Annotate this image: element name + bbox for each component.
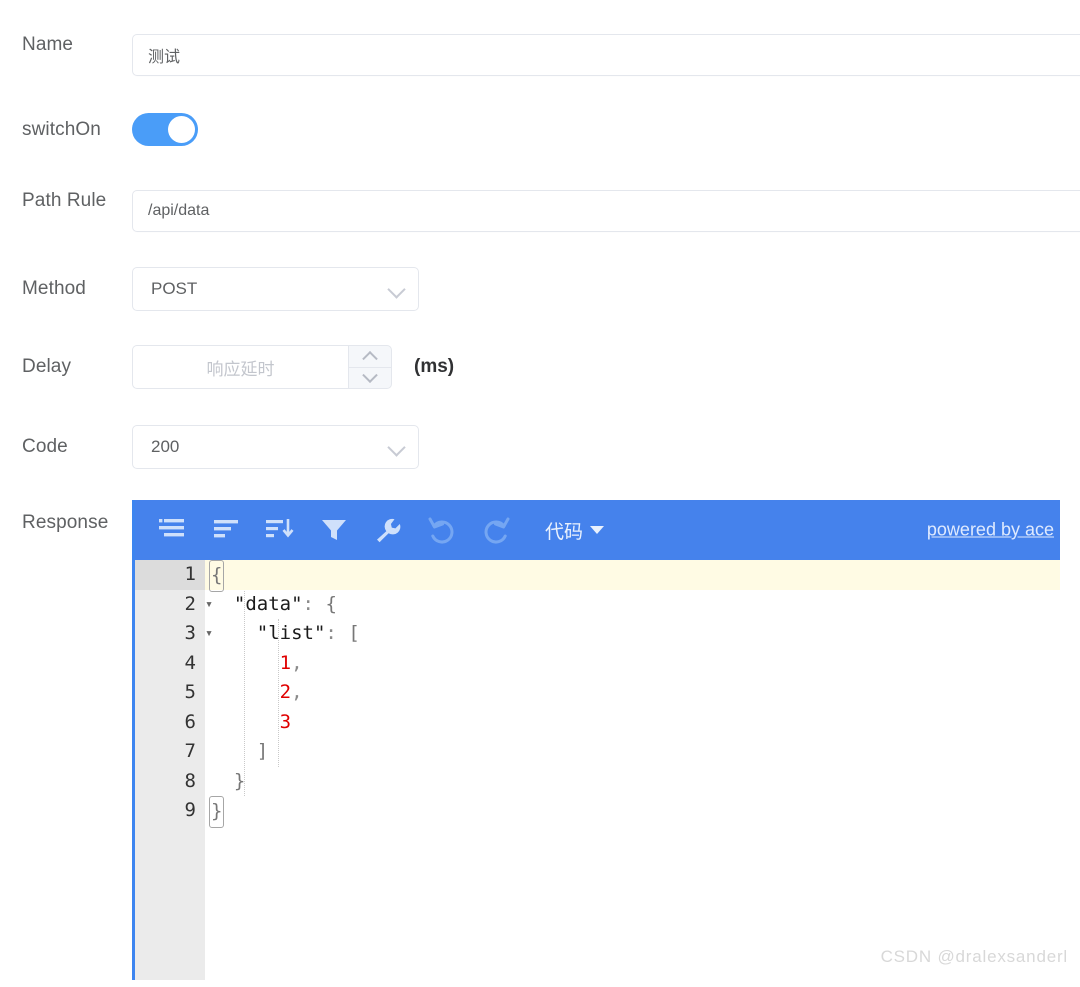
json-code-area[interactable]: 1▾ 2▾ 3▾ 4 5 6 7 8 9 { "data — [135, 560, 1060, 980]
stepper-increment-icon[interactable] — [349, 346, 391, 367]
switchon-field-wrap — [132, 113, 1080, 146]
delay-stepper — [348, 345, 392, 389]
gutter-line[interactable]: 4 — [135, 649, 205, 679]
chevron-down-icon — [590, 526, 605, 534]
response-field-wrap: 代码 powered by ace 1▾ 2▾ 3▾ 4 5 6 7 8 — [132, 500, 1080, 980]
bracket-match: } — [209, 796, 225, 828]
redo-icon[interactable] — [473, 510, 519, 550]
filter-icon[interactable] — [311, 510, 357, 550]
form-row-name: Name 测试 — [0, 34, 1080, 76]
code-line[interactable]: 1, — [205, 649, 1060, 679]
code-field-wrap: 200 — [132, 425, 1080, 469]
method-select[interactable]: POST — [132, 267, 419, 311]
gutter-line[interactable]: 9 — [135, 796, 205, 826]
name-input[interactable]: 测试 — [132, 34, 1080, 76]
sort-icon[interactable] — [257, 510, 303, 550]
editor-mode-label: 代码 — [545, 521, 584, 543]
code-line[interactable]: 2, — [205, 678, 1060, 708]
bracket-match: { — [209, 560, 225, 592]
gutter-line[interactable]: 8 — [135, 767, 205, 797]
editor-mode-dropdown[interactable]: 代码 — [545, 517, 605, 544]
format-json-icon[interactable] — [203, 510, 249, 550]
compact-json-icon[interactable] — [149, 510, 195, 550]
code-select-value: 200 — [151, 437, 180, 456]
path-rule-field-wrap: /api/data — [132, 190, 1080, 232]
delay-unit-suffix: (ms) — [414, 356, 455, 377]
delay-label: Delay — [22, 356, 72, 377]
undo-icon[interactable] — [419, 510, 465, 550]
form-row-response: Response 代码 powered by ace 1 2 ▾ 3 ▾ 4 5… — [0, 500, 1080, 980]
gutter-line[interactable]: 3 ▾ — [135, 619, 213, 649]
code-line[interactable]: } — [205, 767, 1060, 797]
gutter-line[interactable]: 7 — [135, 737, 205, 767]
chevron-down-icon — [388, 438, 406, 456]
gutter-line[interactable]: 6 — [135, 708, 205, 738]
toggle-knob — [168, 116, 195, 143]
switchon-toggle[interactable] — [132, 113, 198, 146]
name-label: Name — [22, 34, 74, 55]
code-select[interactable]: 200 — [132, 425, 419, 469]
code-line[interactable]: } — [205, 796, 1060, 828]
code-label: Code — [22, 436, 68, 457]
path-rule-label: Path Rule — [22, 190, 107, 211]
switchon-label: switchOn — [22, 119, 101, 140]
response-label: Response — [22, 512, 109, 533]
delay-number-input: 响应延时 (ms) — [132, 345, 1080, 389]
powered-by-ace-link[interactable]: powered by ace — [927, 520, 1054, 541]
form-row-method: Method POST — [0, 267, 1080, 311]
line-number-gutter: 1▾ 2▾ 3▾ 4 5 6 7 8 9 — [135, 560, 213, 980]
csdn-watermark: CSDN @dralexsanderl — [880, 947, 1068, 966]
form-row-delay: Delay 响应延时 (ms) — [0, 345, 1080, 389]
delay-field-wrap: 响应延时 (ms) — [132, 345, 1080, 389]
chevron-down-icon — [388, 280, 406, 298]
json-editor-toolbar: 代码 powered by ace — [135, 500, 1060, 560]
gutter-line[interactable]: 1▾ — [135, 560, 213, 590]
stepper-decrement-icon[interactable] — [349, 366, 391, 389]
gutter-line[interactable]: 5 — [135, 678, 205, 708]
code-line[interactable]: "data": { — [205, 590, 1060, 620]
json-editor: 代码 powered by ace 1▾ 2▾ 3▾ 4 5 6 7 8 — [132, 500, 1060, 980]
name-field-wrap: 测试 — [132, 34, 1080, 76]
code-line[interactable]: 3 — [205, 708, 1060, 738]
method-label: Method — [22, 278, 86, 299]
code-line[interactable]: "list": [ — [205, 619, 1060, 649]
form-row-switchon: switchOn — [0, 113, 1080, 146]
gutter-line[interactable]: 2 ▾ — [135, 590, 213, 620]
form-row-path-rule: Path Rule /api/data — [0, 190, 1080, 232]
code-line[interactable]: ] — [205, 737, 1060, 767]
method-select-value: POST — [151, 279, 198, 298]
code-line[interactable]: { — [205, 560, 1060, 592]
delay-input[interactable]: 响应延时 — [132, 345, 348, 389]
form-row-code: Code 200 — [0, 425, 1080, 469]
code-lines[interactable]: { "data": { "list": [ 1, 2, 3 ] } } — [205, 560, 1060, 980]
repair-wrench-icon[interactable] — [365, 510, 411, 550]
method-field-wrap: POST — [132, 267, 1080, 311]
path-rule-input[interactable]: /api/data — [132, 190, 1080, 232]
